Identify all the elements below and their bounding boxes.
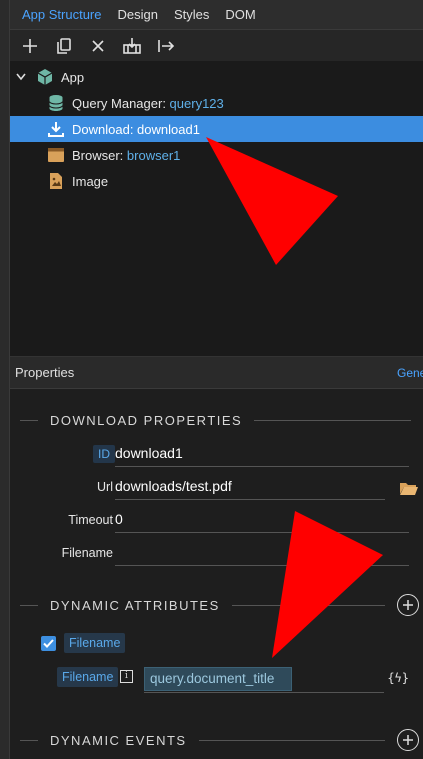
annotation-arrow-icon	[272, 511, 383, 658]
